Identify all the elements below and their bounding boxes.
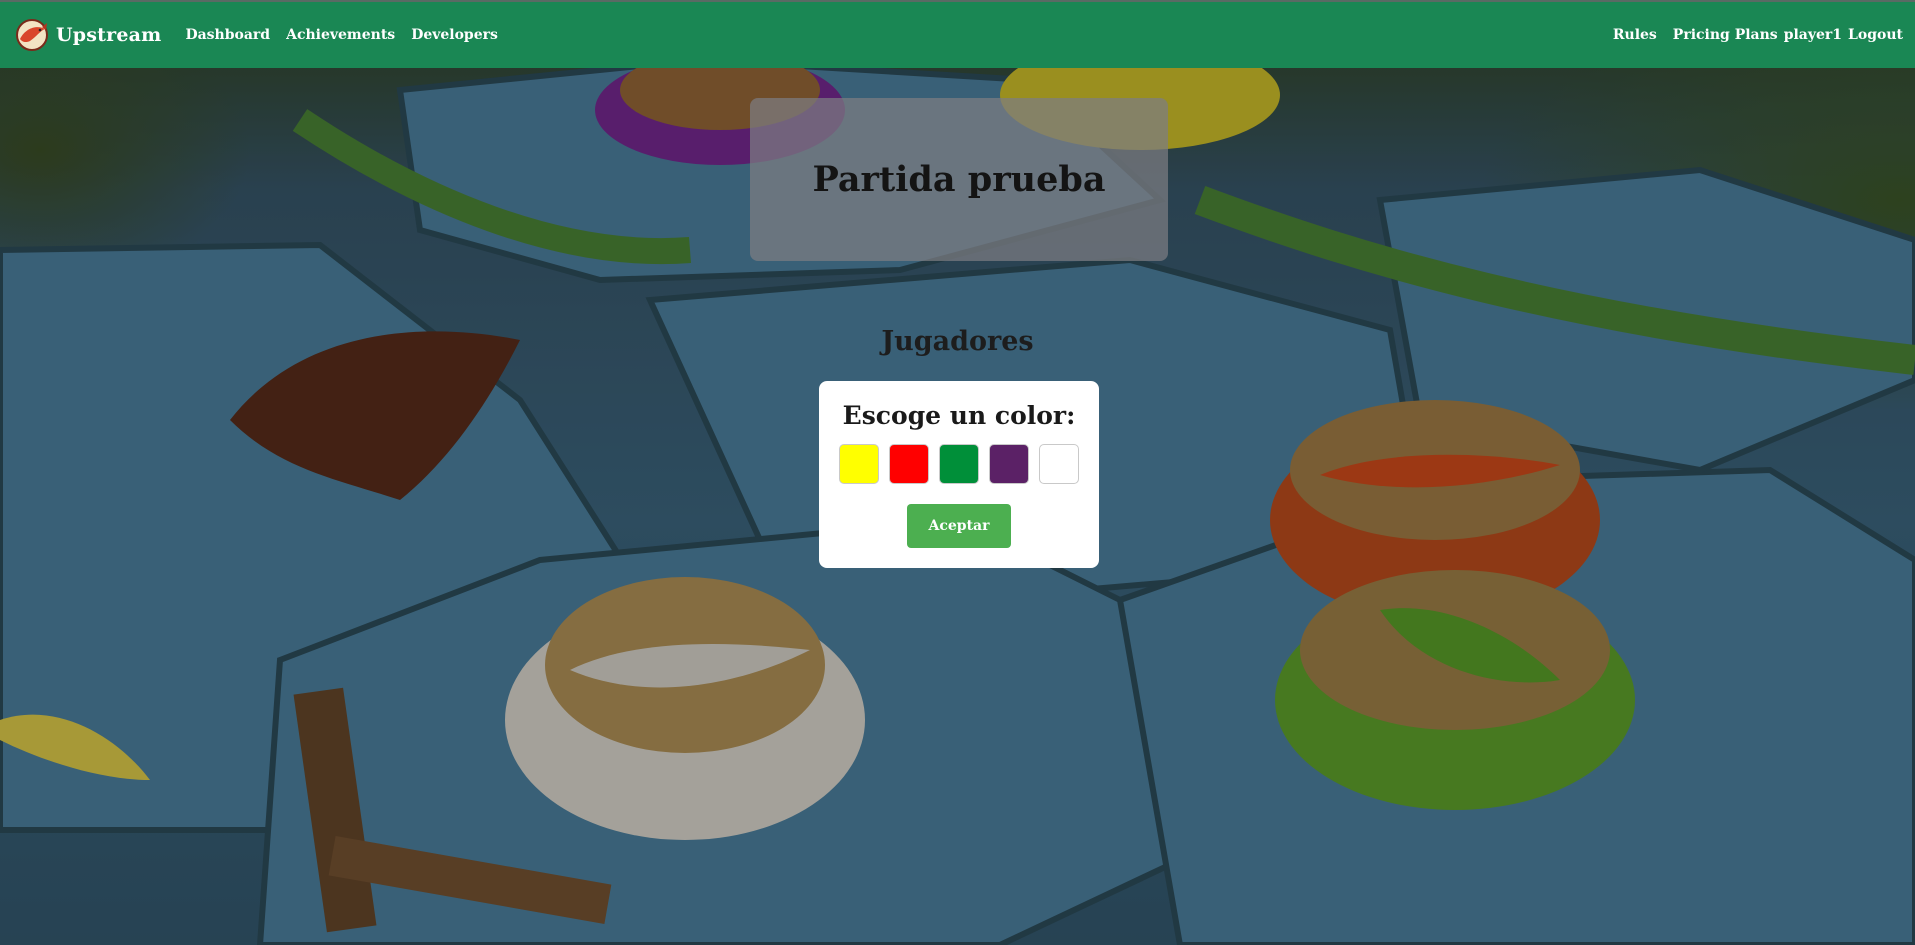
nav-rules[interactable]: Rules — [1613, 27, 1657, 43]
top-navbar: Upstream Dashboard Achievements Develope… — [0, 0, 1915, 68]
color-swatch-yellow[interactable] — [839, 444, 879, 484]
brand-name: Upstream — [56, 24, 162, 46]
salmon-logo-icon — [16, 19, 48, 51]
nav-left-links: Dashboard Achievements Developers — [185, 27, 513, 43]
color-swatch-purple[interactable] — [989, 444, 1029, 484]
color-swatch-red[interactable] — [889, 444, 929, 484]
page-title: Partida prueba — [812, 159, 1106, 200]
nav-achievements[interactable]: Achievements — [286, 27, 395, 43]
color-swatch-green[interactable] — [939, 444, 979, 484]
color-picker-title: Escoge un color: — [842, 401, 1076, 430]
nav-logout[interactable]: Logout — [1848, 27, 1903, 43]
accept-button[interactable]: Aceptar — [907, 504, 1011, 548]
color-swatch-white[interactable] — [1039, 444, 1079, 484]
nav-right-links: Rules Pricing Plans player1 Logout — [1597, 27, 1903, 43]
nav-pricing-plans[interactable]: Pricing Plans — [1673, 27, 1778, 43]
color-picker-dialog: Escoge un color: Aceptar — [819, 381, 1099, 568]
brand-home-link[interactable]: Upstream — [14, 17, 161, 53]
nav-username[interactable]: player1 — [1784, 27, 1842, 43]
color-swatches — [819, 444, 1099, 484]
nav-developers[interactable]: Developers — [411, 27, 498, 43]
players-heading: Jugadores — [881, 326, 1034, 357]
nav-dashboard[interactable]: Dashboard — [185, 27, 270, 43]
game-title-card: Partida prueba — [750, 98, 1168, 261]
